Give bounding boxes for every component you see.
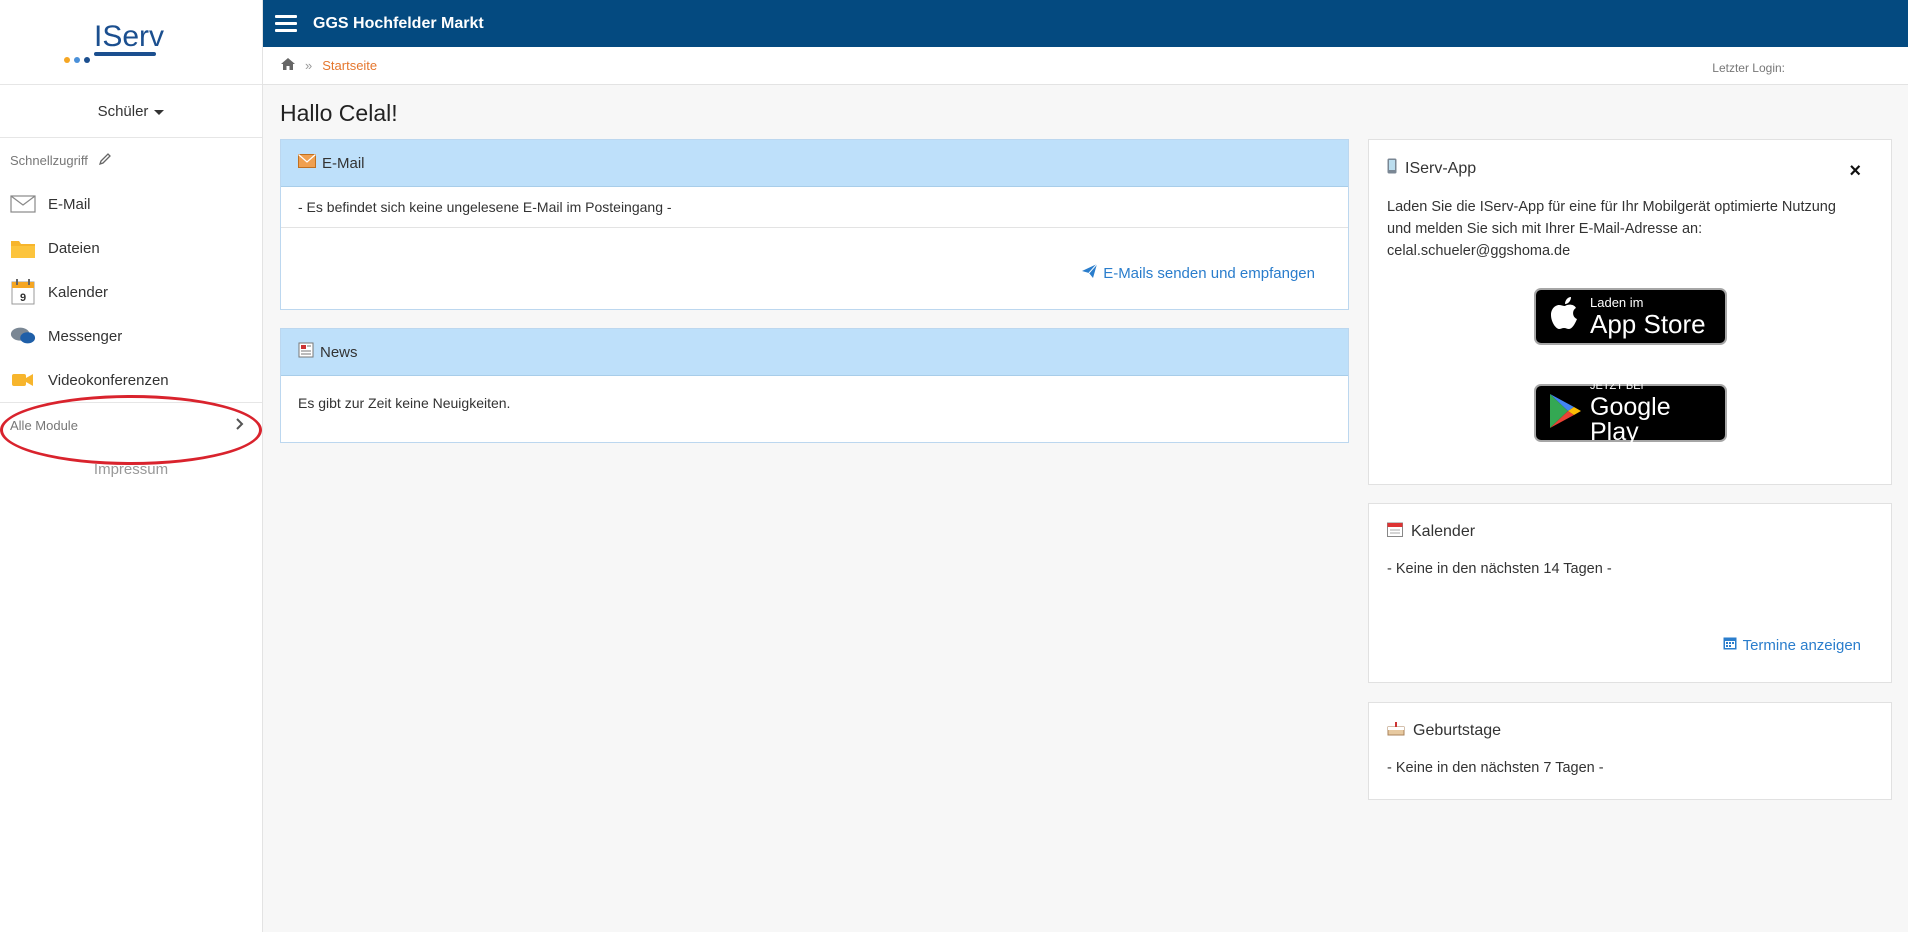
show-appointments-link[interactable]: Termine anzeigen	[1723, 636, 1861, 654]
sidebar-item-label: Dateien	[48, 239, 100, 257]
envelope-icon	[298, 154, 316, 172]
news-panel: News Es gibt zur Zeit keine Neuigkeiten.	[280, 328, 1349, 443]
google-play-small: JETZT BEI	[1590, 380, 1644, 392]
birthday-panel-header: Geburtstage	[1387, 720, 1501, 741]
apple-icon	[1550, 296, 1580, 337]
logo[interactable]: IServ	[0, 0, 262, 85]
google-play-icon	[1548, 392, 1582, 435]
google-play-button[interactable]: JETZT BEI Google Play	[1534, 381, 1727, 445]
sidebar-item-label: E-Mail	[48, 195, 91, 213]
email-link-label: E-Mails senden und empfangen	[1103, 264, 1315, 282]
news-panel-header: News	[281, 329, 1348, 376]
cake-icon	[1387, 720, 1405, 741]
news-status: Es gibt zur Zeit keine Neuigkeiten.	[298, 395, 511, 411]
page-title: Hallo Celal!	[280, 100, 398, 126]
sidebar-item-label: Videokonferenzen	[48, 371, 169, 389]
impressum-link[interactable]: Impressum	[0, 461, 262, 478]
calendar-panel-header: Kalender	[1387, 521, 1475, 542]
pencil-icon[interactable]	[98, 152, 112, 169]
site-title[interactable]: GGS Hochfelder Markt	[313, 15, 484, 33]
email-panel-header: E-Mail	[281, 140, 1348, 187]
logo-dots	[64, 50, 94, 68]
chat-bubbles-icon	[10, 323, 36, 349]
google-play-big: Google Play	[1590, 393, 1671, 446]
calendar-status: - Keine in den nächsten 14 Tagen -	[1387, 561, 1612, 577]
breadcrumb-separator: »	[305, 58, 313, 73]
google-play-text: JETZT BEI Google Play	[1590, 381, 1725, 445]
calendar-icon	[1387, 521, 1403, 542]
all-modules-link[interactable]: Alle Module	[0, 402, 262, 447]
home-icon[interactable]	[281, 58, 295, 73]
birthday-panel: Geburtstage - Keine in den nächsten 7 Ta…	[1368, 702, 1892, 800]
paper-plane-icon	[1082, 263, 1098, 282]
quick-access-header: Schnellzugriff	[0, 138, 262, 182]
birthday-status: - Keine in den nächsten 7 Tagen -	[1387, 760, 1604, 776]
logo-text: IServ	[94, 20, 165, 53]
newspaper-icon	[298, 342, 314, 362]
app-store-button[interactable]: Laden im App Store	[1534, 288, 1727, 345]
caret-down-icon	[154, 109, 165, 115]
hamburger-menu-icon[interactable]	[275, 15, 297, 32]
email-send-receive-link[interactable]: E-Mails senden und empfangen	[1082, 263, 1315, 282]
video-camera-icon	[10, 367, 36, 393]
iserv-app-title: IServ-App	[1405, 159, 1477, 177]
role-dropdown[interactable]: Schüler	[0, 85, 262, 138]
sidebar-item-calendar[interactable]: 9 Kalender	[0, 270, 262, 314]
iserv-app-header: IServ-App	[1387, 158, 1476, 179]
sidebar: IServ Schüler Schnellzugriff E-Mail Date…	[0, 0, 263, 932]
app-store-text: Laden im App Store	[1590, 296, 1706, 337]
calendar-panel-title: Kalender	[1411, 522, 1476, 540]
sidebar-item-video[interactable]: Videokonferenzen	[0, 358, 262, 402]
breadcrumb: » Startseite Letzter Login:	[263, 47, 1908, 85]
email-panel-title: E-Mail	[322, 154, 365, 172]
all-modules-label: Alle Module	[10, 417, 78, 433]
sidebar-item-messenger[interactable]: Messenger	[0, 314, 262, 358]
sidebar-item-label: Messenger	[48, 327, 123, 345]
iserv-app-text: Laden Sie die IServ-App für eine für Ihr…	[1387, 196, 1887, 262]
quick-access-label: Schnellzugriff	[10, 152, 88, 168]
sidebar-item-email[interactable]: E-Mail	[0, 182, 262, 226]
show-appointments-label: Termine anzeigen	[1742, 636, 1861, 654]
chevron-right-icon	[236, 417, 244, 433]
close-icon[interactable]: ×	[1849, 160, 1861, 183]
last-login-label: Letzter Login:	[1712, 61, 1785, 75]
sidebar-item-files[interactable]: Dateien	[0, 226, 262, 270]
app-store-big: App Store	[1590, 309, 1706, 339]
calendar-panel: Kalender - Keine in den nächsten 14 Tage…	[1368, 503, 1892, 683]
envelope-icon	[10, 191, 36, 217]
news-panel-title: News	[320, 343, 358, 361]
calendar-icon: 9	[10, 279, 36, 305]
breadcrumb-current[interactable]: Startseite	[322, 58, 377, 73]
folder-icon	[10, 235, 36, 261]
sidebar-item-label: Kalender	[48, 283, 109, 301]
birthday-panel-title: Geburtstage	[1413, 721, 1502, 739]
app-email: celal.schueler@ggshoma.de	[1387, 243, 1571, 259]
email-status: - Es befindet sich keine ungelesene E-Ma…	[281, 187, 1348, 228]
calendar-small-icon	[1723, 636, 1737, 654]
logo-underline	[94, 52, 156, 56]
calendar-day: 9	[20, 292, 26, 304]
topbar: GGS Hochfelder Markt	[263, 0, 1908, 47]
email-panel: E-Mail - Es befindet sich keine ungelese…	[280, 139, 1349, 310]
app-text-line-2: und melden Sie sich mit Ihrer E-Mail-Adr…	[1387, 221, 1703, 237]
app-text-line-1: Laden Sie die IServ-App für eine für Ihr…	[1387, 199, 1836, 215]
role-label: Schüler	[97, 102, 149, 120]
iserv-app-panel: IServ-App × Laden Sie die IServ-App für …	[1368, 139, 1892, 485]
mobile-phone-icon	[1387, 158, 1397, 179]
app-store-small: Laden im	[1590, 295, 1644, 310]
